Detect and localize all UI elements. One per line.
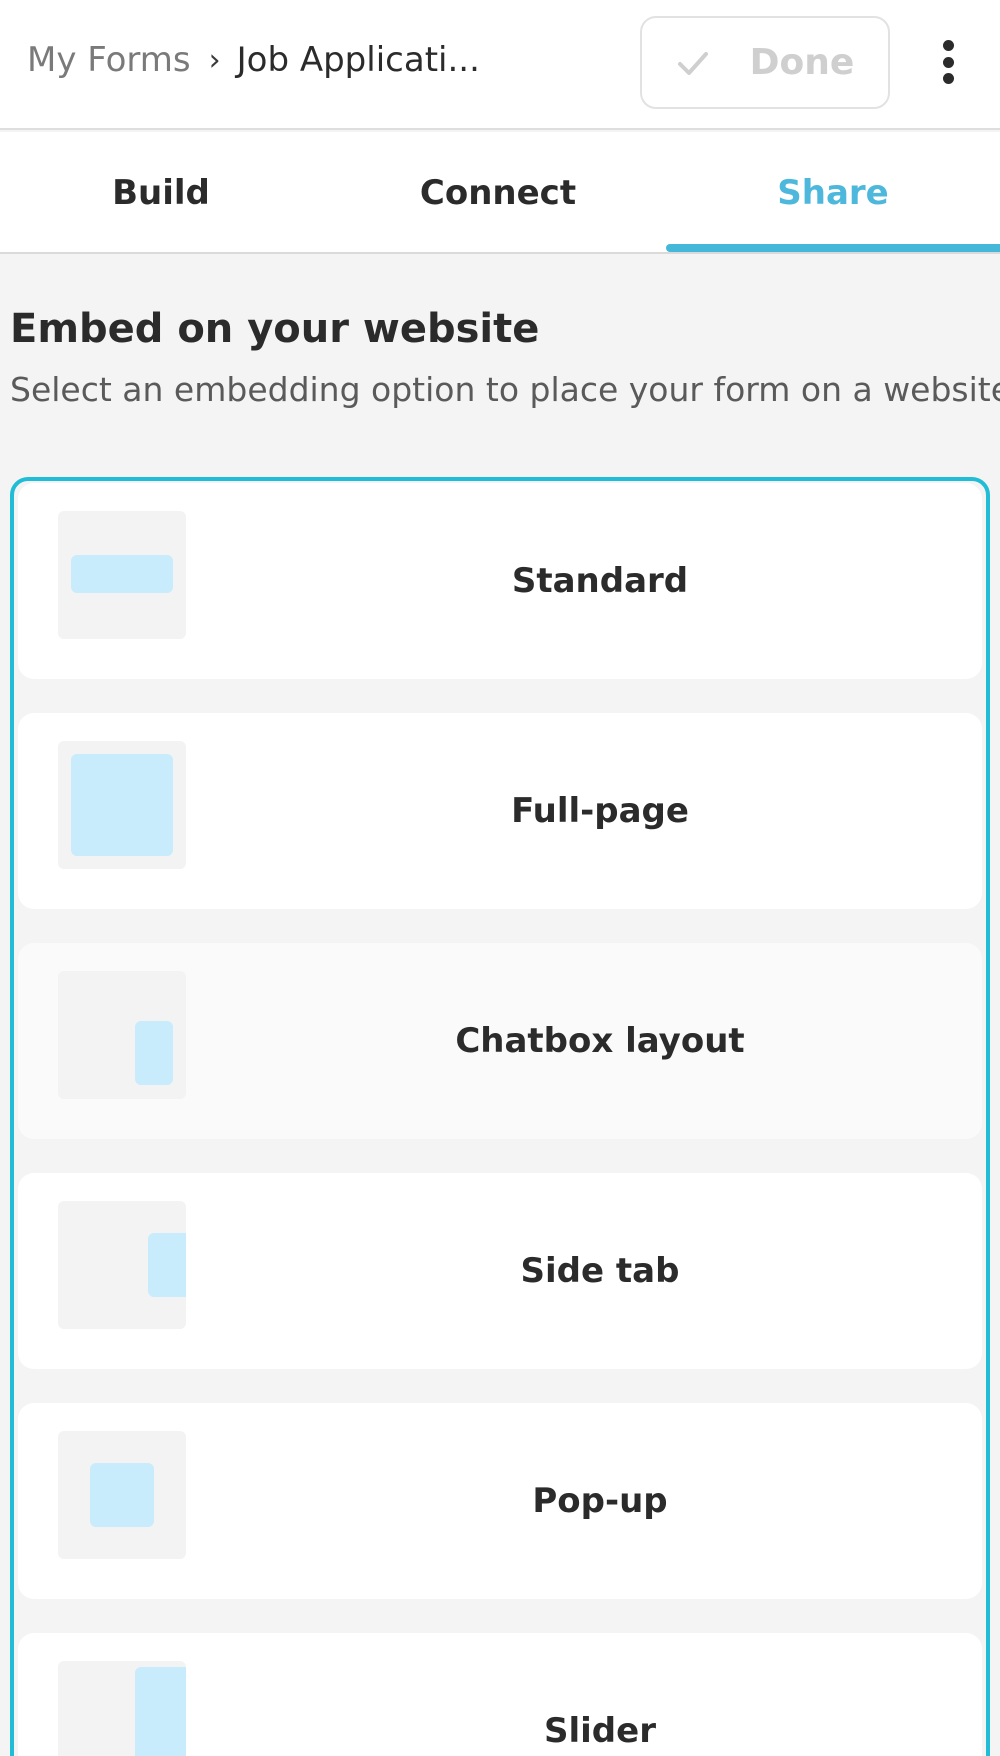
embed-option-label: Slider xyxy=(544,1711,656,1751)
tab-connect[interactable]: Connect xyxy=(332,132,664,254)
full-page-layout-icon xyxy=(58,741,186,869)
pop-up-layout-icon xyxy=(58,1431,186,1559)
embed-option-label: Standard xyxy=(511,561,689,601)
embed-option-label: Full-page xyxy=(511,791,689,831)
side-tab-layout-icon xyxy=(58,1201,186,1329)
more-options-icon[interactable] xyxy=(930,30,966,94)
tab-share[interactable]: Share xyxy=(666,132,1000,254)
section-title: Embed on your website xyxy=(10,306,540,352)
checkmark-icon xyxy=(677,51,708,75)
active-tab-indicator xyxy=(666,244,1000,252)
tab-bar: Build Connect Share xyxy=(0,132,1000,254)
breadcrumb-current-form: Job Applicati... xyxy=(236,40,480,80)
slider-layout-icon xyxy=(58,1661,186,1756)
embed-option-label: Side tab xyxy=(520,1251,680,1291)
tab-build[interactable]: Build xyxy=(0,132,322,254)
app-window: My Forms › Job Applicati... Done Build C… xyxy=(0,0,1000,1756)
top-bar: My Forms › Job Applicati... Done xyxy=(0,0,1000,130)
standard-layout-icon xyxy=(58,511,186,639)
embed-options-panel: Standard Full-page Chatbox layout Side t… xyxy=(10,477,990,1756)
more-dot xyxy=(942,40,954,51)
embed-option-label: Pop-up xyxy=(532,1481,668,1521)
embed-option-chatbox[interactable]: Chatbox layout xyxy=(18,943,982,1139)
chatbox-layout-icon xyxy=(58,971,186,1099)
embed-option-side-tab[interactable]: Side tab xyxy=(18,1173,982,1369)
breadcrumb-separator: › xyxy=(208,42,221,78)
section-description: Select an embedding option to place your… xyxy=(10,370,1000,409)
done-button-label: Done xyxy=(749,42,855,83)
breadcrumb: My Forms › Job Applicati... xyxy=(27,40,480,80)
more-dot xyxy=(942,73,954,84)
embed-option-slider[interactable]: Slider xyxy=(18,1633,982,1756)
embed-option-pop-up[interactable]: Pop-up xyxy=(18,1403,982,1599)
embed-option-full-page[interactable]: Full-page xyxy=(18,713,982,909)
more-dot xyxy=(942,56,954,68)
embed-option-label: Chatbox layout xyxy=(455,1021,745,1061)
breadcrumb-my-forms-link[interactable]: My Forms xyxy=(27,40,191,80)
embed-option-standard[interactable]: Standard xyxy=(18,483,982,679)
done-button[interactable]: Done xyxy=(640,16,890,109)
